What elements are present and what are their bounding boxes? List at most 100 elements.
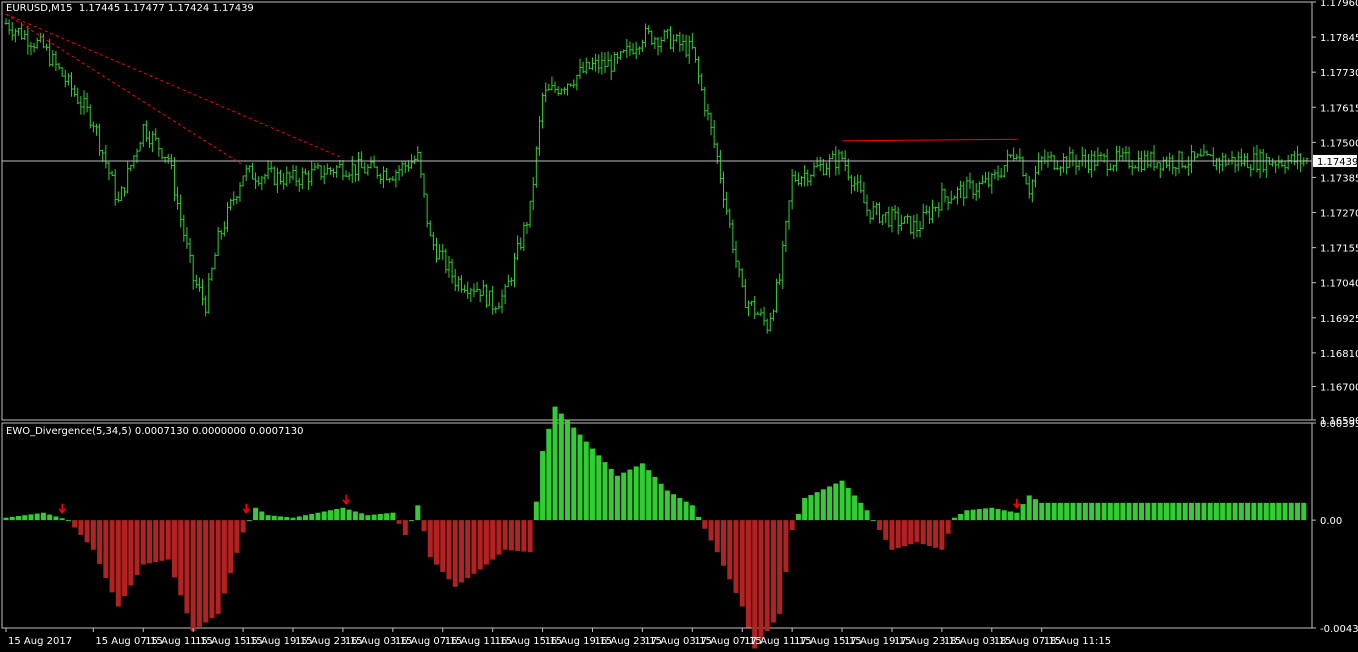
- ewo-bar: [365, 515, 371, 521]
- ewo-bar: [302, 515, 308, 521]
- ewo-bar: [402, 520, 408, 535]
- ewo-bar: [171, 520, 177, 578]
- ewo-bar: [533, 501, 539, 521]
- ewo-bar: [22, 515, 28, 521]
- ewo-bar: [452, 520, 458, 587]
- ewo-bar: [1164, 502, 1169, 521]
- ewo-bar: [964, 510, 970, 521]
- ewo-bar: [1301, 502, 1307, 521]
- ewo-bar: [1101, 502, 1107, 521]
- ewo-bar: [958, 513, 964, 521]
- ewo-bar: [53, 516, 59, 521]
- ewo-bar: [883, 520, 889, 540]
- ewo-bar: [608, 468, 614, 521]
- price-tick-label: 1.17040: [1320, 279, 1358, 290]
- ewo-bar: [614, 475, 620, 521]
- ewo-bar: [652, 476, 658, 521]
- ewo-bar: [596, 455, 602, 521]
- ewo-bar: [1238, 502, 1244, 521]
- ewo-bar: [752, 520, 758, 649]
- ewo-bar: [1270, 502, 1276, 521]
- ewo-bar: [914, 520, 920, 543]
- ewo-bar: [677, 497, 683, 521]
- ewo-bar: [103, 520, 109, 579]
- ewo-bar: [864, 510, 870, 521]
- ewo-bar: [1145, 502, 1151, 521]
- ewo-bar: [1095, 502, 1101, 521]
- ewo-bar: [995, 509, 1001, 521]
- ewo-bar: [72, 520, 78, 528]
- ewo-bar: [278, 516, 284, 521]
- ewo-bar: [122, 520, 128, 597]
- divergence-trendline: [5, 13, 244, 166]
- ewo-bar: [1182, 502, 1188, 521]
- ewo-bar: [346, 509, 352, 521]
- time-tick-label: 15 Aug 2017: [8, 636, 72, 647]
- ewo-bar: [234, 520, 240, 553]
- ewo-bar: [240, 520, 246, 533]
- price-tick-label: 1.17730: [1320, 68, 1358, 79]
- ewo-bar: [1139, 502, 1145, 521]
- ewo-bar: [683, 501, 689, 521]
- ewo-bar: [721, 520, 727, 566]
- ewo-bar: [546, 428, 552, 521]
- ewo-bar: [983, 508, 989, 521]
- ewo-bar: [939, 520, 945, 550]
- ewo-bar: [783, 520, 789, 572]
- ewo-bar: [1251, 502, 1257, 521]
- ewo-bar: [1001, 510, 1007, 521]
- ewo-bar: [1082, 502, 1088, 521]
- ewo-bar: [1076, 502, 1082, 521]
- ewo-bar: [1032, 499, 1038, 521]
- ewo-bar: [702, 520, 708, 529]
- ewo-bar: [3, 517, 9, 521]
- ewo-bar: [90, 520, 96, 550]
- divergence-trendline-solid: [842, 138, 1017, 142]
- ewo-bar: [1245, 502, 1251, 521]
- price-tick-label: 1.17155: [1320, 244, 1358, 255]
- ewo-bar: [970, 509, 976, 521]
- ewo-bar: [901, 520, 907, 547]
- ewo-bar: [833, 483, 839, 521]
- ewo-bar: [352, 511, 358, 521]
- ewo-bar: [271, 515, 277, 521]
- ewo-bar: [639, 463, 645, 521]
- ewo-bar: [259, 511, 265, 521]
- ewo-bar: [1220, 502, 1226, 521]
- chart-canvas[interactable]: 1.17960 1.17845 1.17730 1.17615 1.17500 1.173…: [0, 0, 1358, 652]
- ewo-bar: [708, 520, 714, 541]
- ewo-bar: [858, 502, 864, 521]
- ewo-bar: [390, 512, 396, 521]
- ewo-bar: [253, 507, 259, 521]
- ewo-bar: [895, 520, 901, 548]
- ewo-bar: [571, 427, 577, 521]
- ewo-bar: [558, 413, 564, 521]
- ewo-bar: [483, 520, 489, 565]
- ewo-bar: [290, 517, 296, 521]
- ewo-bar: [215, 520, 221, 614]
- ewo-bar: [40, 512, 46, 521]
- ewo-bar: [209, 520, 215, 619]
- price-tick-label: 1.16810: [1320, 349, 1358, 360]
- ewo-bar: [246, 520, 252, 522]
- time-tick-label: 18 Aug 11:15: [1044, 636, 1111, 647]
- ewo-bar: [1282, 502, 1288, 521]
- ewo-bar: [646, 470, 652, 521]
- ewo-bar: [190, 520, 196, 632]
- ewo-bar: [178, 520, 184, 596]
- ewo-bar: [577, 434, 583, 521]
- ewo-bar: [714, 520, 720, 553]
- ewo-bar: [496, 520, 502, 555]
- ewo-bar: [1188, 502, 1194, 521]
- ewo-bar: [477, 520, 483, 570]
- ohlc-values: 1.17445 1.17477 1.17424 1.17439: [78, 3, 254, 14]
- ewo-bar: [228, 520, 234, 574]
- ewo-bar: [739, 520, 745, 607]
- ewo-bar: [1057, 502, 1063, 521]
- ewo-bar: [159, 520, 165, 561]
- ewo-bar: [1070, 502, 1076, 521]
- ewo-bar: [508, 520, 514, 551]
- ewo-bar: [415, 505, 421, 521]
- ewo-bar: [78, 520, 84, 535]
- ewo-bar: [1089, 502, 1095, 521]
